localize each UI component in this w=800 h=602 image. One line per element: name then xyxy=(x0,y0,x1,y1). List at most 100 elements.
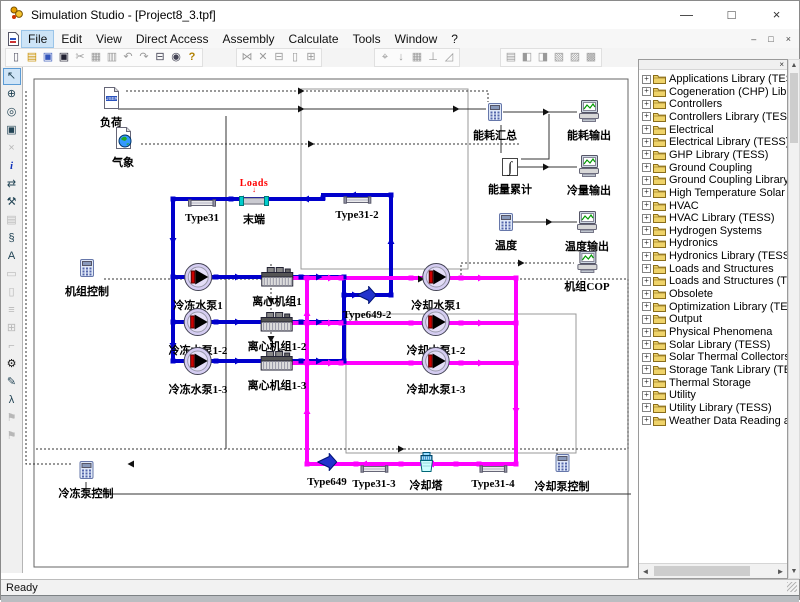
document-icon[interactable] xyxy=(7,32,19,46)
tree-item[interactable]: +Applications Library (TESS) xyxy=(642,73,787,85)
tree-expander-icon[interactable]: + xyxy=(642,340,651,349)
panel-close-icon[interactable]: × xyxy=(779,60,784,69)
tree-item[interactable]: +GHP Library (TESS) xyxy=(642,149,768,161)
toolbar-print-button[interactable]: ⊟ xyxy=(152,50,168,65)
tree-expander-icon[interactable]: + xyxy=(642,403,651,412)
tree-item[interactable]: +Solar Thermal Collectors xyxy=(642,351,787,363)
tree-expander-icon[interactable]: + xyxy=(642,176,651,185)
toolbar-copy-button[interactable]: ▦ xyxy=(88,50,104,65)
palette-snapshot-tool[interactable]: ▣ xyxy=(3,122,21,139)
toolbar-layout-a-button[interactable]: ▧ xyxy=(551,50,567,65)
tree-item[interactable]: +Thermal Storage xyxy=(642,377,751,389)
tree-expander-icon[interactable]: + xyxy=(642,75,651,84)
tree-expander-icon[interactable]: + xyxy=(642,87,651,96)
tree-item[interactable]: +High Temperature Solar (TESS) xyxy=(642,187,787,199)
palette-draw-tool[interactable]: ✎ xyxy=(3,374,21,391)
tree-expander-icon[interactable]: + xyxy=(642,315,651,324)
tree-item[interactable]: +Controllers Library (TESS) xyxy=(642,111,787,123)
tree-item[interactable]: +Controllers xyxy=(642,98,722,110)
tree-expander-icon[interactable]: + xyxy=(642,378,651,387)
component-energy-acc[interactable]: ∫能量累计 xyxy=(488,158,532,197)
tree-item[interactable]: +Hydronics xyxy=(642,237,718,249)
schematic-canvas[interactable]: USER负荷气象Type31Loads↓末端Type31-2机组控制冷冻水泵1离… xyxy=(23,67,638,573)
palette-plug-tool[interactable]: ⌐ xyxy=(3,338,21,355)
component-unit-control[interactable]: 机组控制 xyxy=(65,258,109,299)
component-type649[interactable]: Type649 xyxy=(307,453,347,488)
tree-expander-icon[interactable]: + xyxy=(642,112,651,121)
toolbar-paste-button[interactable]: ▥ xyxy=(104,50,120,65)
tree-item[interactable]: +Electrical Library (TESS) xyxy=(642,136,787,148)
scroll-left-icon[interactable]: ◄ xyxy=(639,567,652,576)
palette-select-tool[interactable]: ↖ xyxy=(3,68,21,85)
tree-horizontal-scrollbar[interactable]: ◄ ► xyxy=(639,563,787,578)
tree-item[interactable]: +Physical Phenomena xyxy=(642,326,772,338)
tree-item[interactable]: +Obsolete xyxy=(642,288,713,300)
tree-expander-icon[interactable]: + xyxy=(642,125,651,134)
tree-expander-icon[interactable]: + xyxy=(642,201,651,210)
toolbar-probe-button[interactable]: ⌖ xyxy=(377,50,393,65)
tree-item[interactable]: +Hydrogen Systems xyxy=(642,225,762,237)
component-chiller-1-3[interactable]: 离心机组1-3 xyxy=(248,350,307,393)
toolbar-sort-down-button[interactable]: ↓ xyxy=(393,50,409,65)
tree-expander-icon[interactable]: + xyxy=(642,239,651,248)
tree-item[interactable]: +Utility Library (TESS) xyxy=(642,402,772,414)
component-cw-pump-1[interactable]: 冷却水泵1 xyxy=(411,262,461,313)
tree-expander-icon[interactable]: + xyxy=(642,391,651,400)
tree-item[interactable]: +Loads and Structures (TESS) xyxy=(642,275,787,287)
menu-assembly[interactable]: Assembly xyxy=(217,31,281,47)
tree-item[interactable]: +Ground Coupling xyxy=(642,162,752,174)
component-type31[interactable]: Type31 xyxy=(185,194,219,224)
tree-expander-icon[interactable]: + xyxy=(642,252,651,261)
menu-direct-access[interactable]: Direct Access xyxy=(130,31,215,47)
tree-item[interactable]: +Weather Data Reading and Process xyxy=(642,415,787,427)
tree-expander-icon[interactable]: + xyxy=(642,264,651,273)
minimize-button[interactable]: — xyxy=(664,1,709,29)
toolbar-delete-view-button[interactable]: ✕ xyxy=(255,50,271,65)
toolbar-cut-button[interactable]: ✂ xyxy=(72,50,88,65)
component-type649-2[interactable]: Type649-2 xyxy=(343,286,392,321)
tree-item[interactable]: +Optimization Library (TESS) xyxy=(642,301,787,313)
component-load-file[interactable]: USER负荷 xyxy=(100,87,122,130)
palette-settings-tool[interactable]: ⚙ xyxy=(3,356,21,373)
child-restore-button[interactable]: □ xyxy=(768,34,773,44)
tree-vertical-scrollbar[interactable]: ▲ ▼ xyxy=(788,59,800,579)
tree-expander-icon[interactable]: + xyxy=(642,416,651,425)
palette-layers-b-tool[interactable]: ⊞ xyxy=(3,320,21,337)
tree-item[interactable]: +Output xyxy=(642,313,702,325)
palette-stamp-tool[interactable]: ▤ xyxy=(3,212,21,229)
component-type31-3[interactable]: Type31-3 xyxy=(352,460,395,490)
child-close-button[interactable]: × xyxy=(786,34,791,44)
tree-expander-icon[interactable]: + xyxy=(642,290,651,299)
tree-expander-icon[interactable]: + xyxy=(642,188,651,197)
resize-grip[interactable] xyxy=(787,582,797,592)
tree-item[interactable]: +Ground Coupling Library (TESS) xyxy=(642,174,787,186)
palette-layers-a-tool[interactable]: ≡ xyxy=(3,302,21,319)
menu-file[interactable]: File xyxy=(22,31,53,47)
toolbar-shrink-button[interactable]: ⊟ xyxy=(271,50,287,65)
menu-calculate[interactable]: Calculate xyxy=(283,31,345,47)
toolbar-overview-button[interactable]: ⊞ xyxy=(303,50,319,65)
horizontal-scroll-thumb[interactable] xyxy=(654,566,750,576)
palette-direct-link-tool[interactable]: ⇄ xyxy=(3,176,21,193)
toolbar-open-button[interactable]: ▤ xyxy=(24,50,40,65)
component-energy-out[interactable]: 能耗输出 xyxy=(567,100,611,143)
tree-item[interactable]: +Loads and Structures xyxy=(642,263,774,275)
tree-item[interactable]: +Solar Library (TESS) xyxy=(642,339,770,351)
maximize-button[interactable]: □ xyxy=(709,1,754,29)
toolbar-save-all-button[interactable]: ▣ xyxy=(56,50,72,65)
palette-delete-tool[interactable]: × xyxy=(3,140,21,157)
component-cooling-tower[interactable]: 冷却塔 xyxy=(410,452,443,493)
component-temp-out[interactable]: 温度输出 xyxy=(565,211,609,254)
tree-expander-icon[interactable]: + xyxy=(642,214,651,223)
component-terminal[interactable]: Loads↓末端 xyxy=(239,193,269,227)
tree-item[interactable]: +HVAC Library (TESS) xyxy=(642,212,775,224)
toolbar-help-button[interactable]: ? xyxy=(184,50,200,65)
toolbar-page-button[interactable]: ▯ xyxy=(287,50,303,65)
tree-expander-icon[interactable]: + xyxy=(642,163,651,172)
component-cw-pump-control[interactable]: 冷却泵控制 xyxy=(535,453,590,494)
component-chiller-1-2[interactable]: 离心机组1-2 xyxy=(248,311,307,354)
tree-item[interactable]: +Cogeneration (CHP) Library (TESS) xyxy=(642,86,787,98)
tree-expander-icon[interactable]: + xyxy=(642,365,651,374)
toolbar-grid-button[interactable]: ▦ xyxy=(409,50,425,65)
toolbar-undo-button[interactable]: ↶ xyxy=(120,50,136,65)
